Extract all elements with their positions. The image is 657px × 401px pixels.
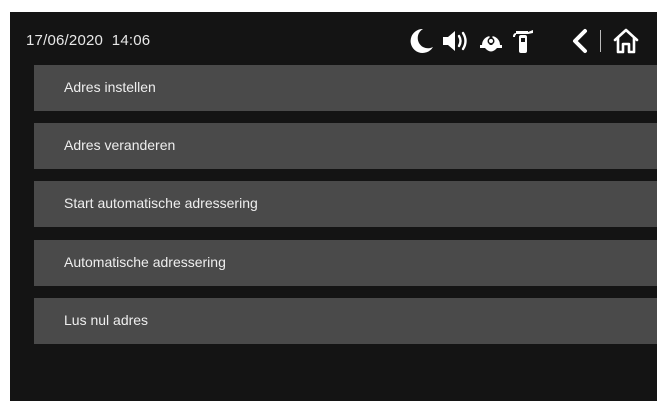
firefighter-helmet-icon[interactable] [476,26,506,56]
volume-icon[interactable] [440,26,470,56]
icon-divider [600,30,601,52]
menu-item-lus-nul-adres[interactable]: Lus nul adres [34,298,657,344]
menu-item-start-automatische-adressering[interactable]: Start automatische adressering [34,181,657,227]
menu-item-label: Start automatische adressering [64,195,258,211]
home-icon[interactable] [611,26,641,56]
menu-item-label: Adres instellen [64,79,156,95]
device-screen: 17/06/2020 14:06 Adres instellen Adres v… [10,12,657,401]
menu-item-label: Automatische adressering [64,254,226,270]
datetime: 17/06/2020 14:06 [26,32,151,49]
fire-extinguisher-icon[interactable] [508,26,538,56]
menu-item-label: Lus nul adres [64,312,149,328]
menu-item-adres-instellen[interactable]: Adres instellen [34,65,657,111]
night-mode-icon[interactable] [406,26,436,56]
back-icon[interactable] [566,26,596,56]
menu-item-label: Adres veranderen [64,137,176,153]
menu-item-adres-veranderen[interactable]: Adres veranderen [34,123,657,169]
menu-item-automatische-adressering[interactable]: Automatische adressering [34,240,657,286]
status-bar: 17/06/2020 14:06 [10,12,657,64]
